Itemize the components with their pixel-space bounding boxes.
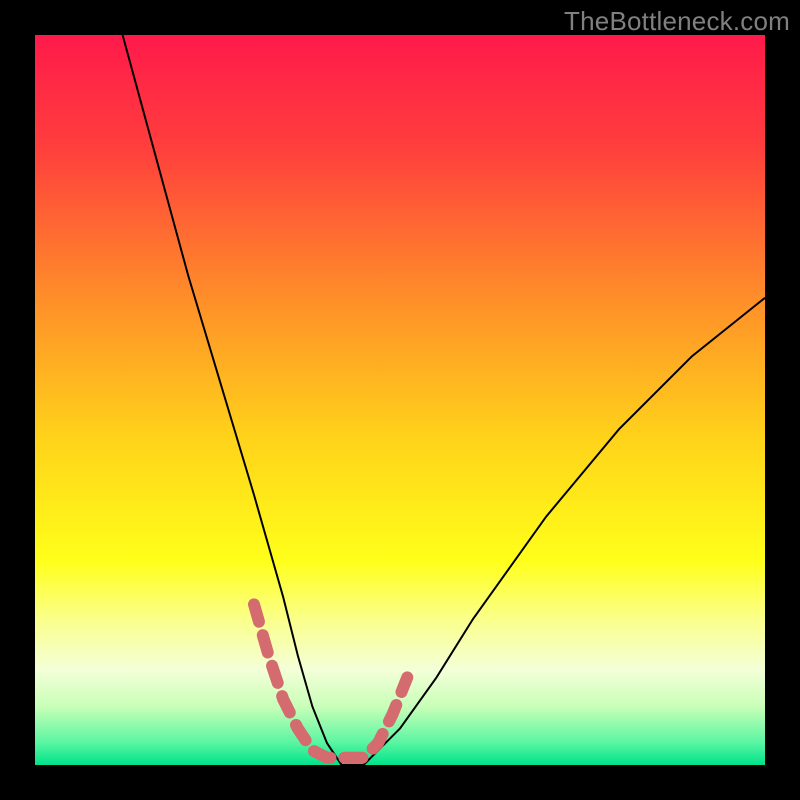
- gradient-background: [35, 35, 765, 765]
- plot-area: [35, 35, 765, 765]
- watermark-text: TheBottleneck.com: [564, 6, 790, 37]
- chart-frame: TheBottleneck.com: [0, 0, 800, 800]
- chart-svg: [35, 35, 765, 765]
